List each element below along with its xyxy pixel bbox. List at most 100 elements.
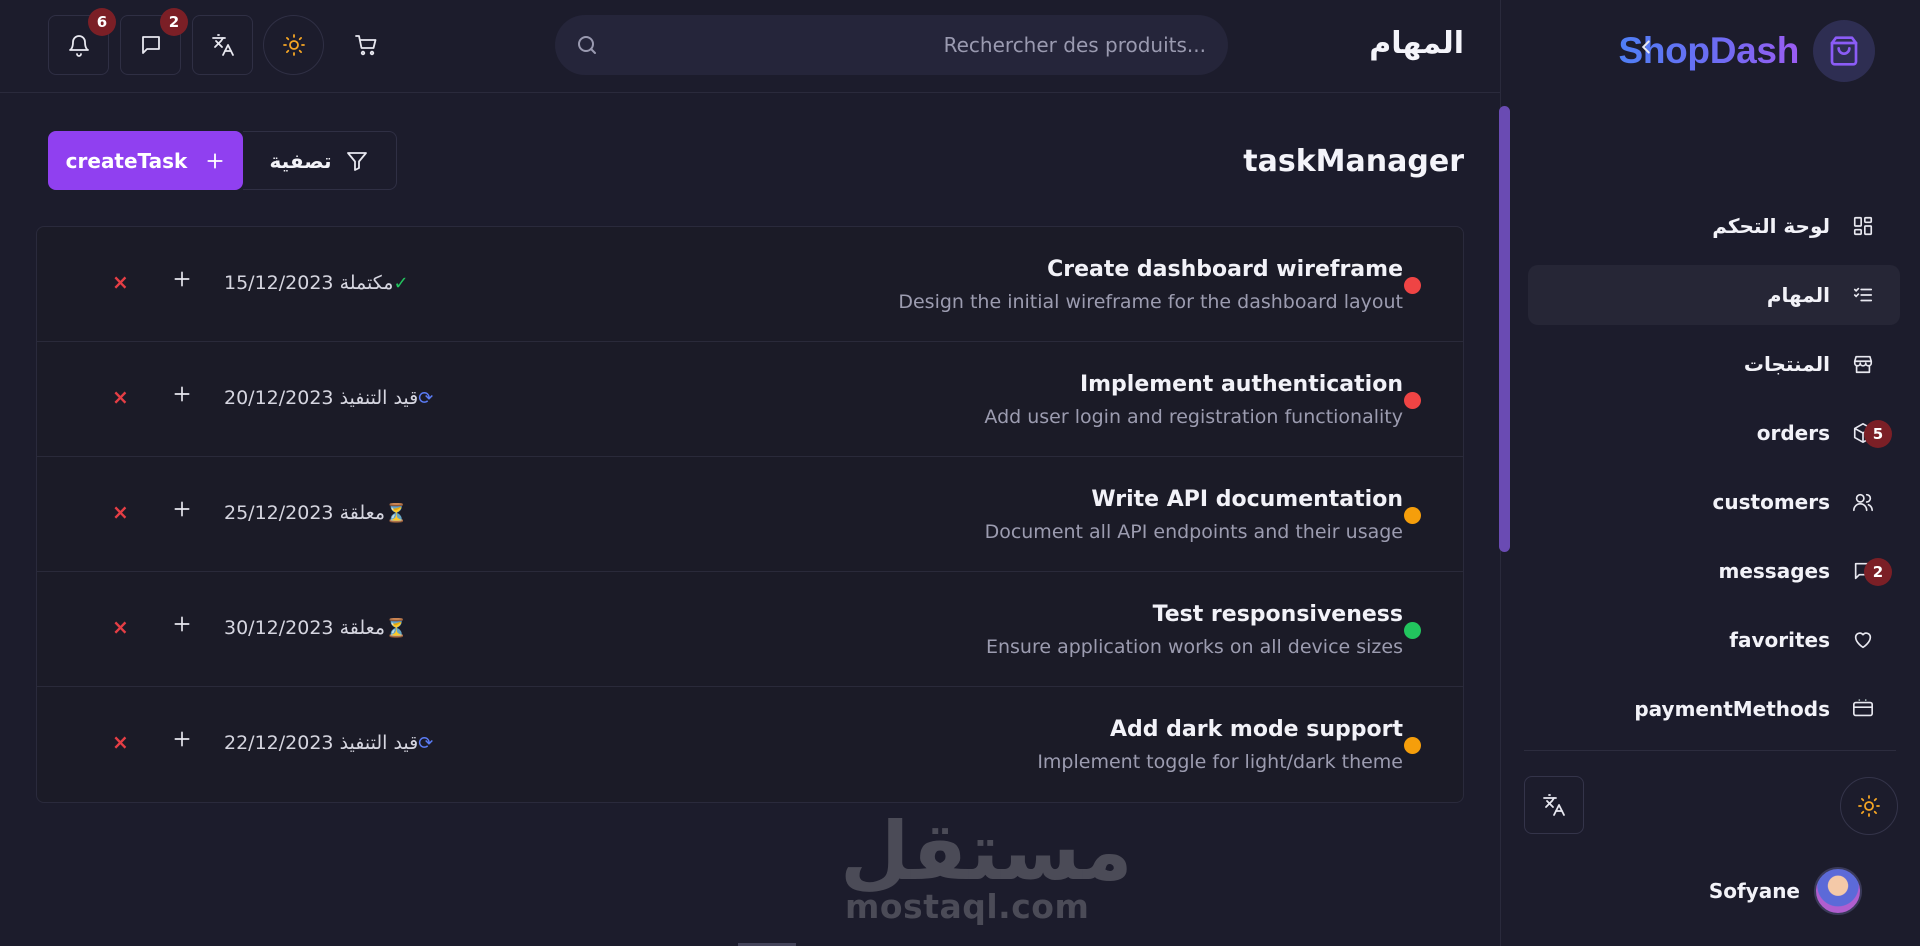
sidebar-item-label: messages [1718, 559, 1831, 583]
status-icon: ⏳ [385, 618, 408, 639]
task-title: Write API documentation [1091, 487, 1403, 512]
user-name: Sofyane [1708, 879, 1800, 903]
add-subtask-button[interactable] [172, 729, 192, 749]
sidebar-item-label: paymentMethods [1634, 697, 1830, 721]
delete-task-button[interactable]: × [112, 615, 129, 639]
task-status: 15/12/2023 مكتملة✓ [224, 272, 409, 294]
add-subtask-button[interactable] [172, 499, 192, 519]
notifications-count-badge: 6 [88, 8, 116, 36]
task-status-label: معلقة [339, 502, 385, 524]
task-date: 22/12/2023 [224, 732, 334, 754]
task-status: 20/12/2023 قيد التنفيذ⟳ [224, 387, 433, 409]
sidebar-item-label: orders [1756, 421, 1830, 445]
avatar [1814, 867, 1862, 915]
page-title: المهام [1369, 26, 1464, 61]
priority-dot [1404, 507, 1421, 524]
watermark-arabic: مستقل [840, 805, 1133, 898]
task-description: Add user login and registration function… [984, 406, 1403, 428]
create-task-label: createTask [65, 148, 188, 173]
task-title: Add dark mode support [1109, 717, 1403, 742]
search-icon [575, 33, 599, 57]
sidebar-item-label: favorites [1729, 628, 1830, 652]
store-icon [1850, 351, 1876, 377]
task-status-label: معلقة [339, 617, 385, 639]
grid-icon [1850, 213, 1876, 239]
task-row[interactable]: Create dashboard wireframe Design the in… [37, 227, 1463, 342]
task-status: 30/12/2023 معلقة⏳ [224, 617, 407, 639]
sidebar-item-payment-methods[interactable]: paymentMethods [1528, 679, 1900, 739]
add-subtask-button[interactable] [172, 269, 192, 289]
language-toggle-button[interactable] [1524, 776, 1584, 834]
task-status: 22/12/2023 قيد التنفيذ⟳ [224, 732, 433, 754]
search-input[interactable]: Rechercher des produits... [555, 15, 1228, 75]
sidebar-item-dashboard[interactable]: لوحة التحكم [1528, 196, 1900, 256]
notifications-button[interactable]: 6 [48, 8, 116, 75]
theme-toggle-button[interactable] [263, 15, 324, 75]
translate-icon [211, 33, 235, 57]
theme-toggle-button[interactable] [1840, 777, 1898, 835]
cart-button[interactable] [335, 15, 396, 75]
create-task-button[interactable]: createTask [48, 131, 243, 190]
sidebar-item-orders[interactable]: orders 5 [1528, 403, 1900, 463]
sidebar-item-tasks[interactable]: المهام [1528, 265, 1900, 325]
task-status: 25/12/2023 معلقة⏳ [224, 502, 407, 524]
more-dots-icon: ·· [1857, 693, 1870, 709]
delete-task-button[interactable]: × [112, 385, 129, 409]
task-status-label: قيد التنفيذ [339, 732, 419, 754]
status-icon: ⟳ [418, 733, 434, 754]
task-date: 15/12/2023 [224, 272, 334, 294]
bell-icon [67, 33, 91, 57]
task-date: 30/12/2023 [224, 617, 334, 639]
section-title: taskManager [1243, 144, 1464, 179]
sidebar-item-label: customers [1712, 490, 1830, 514]
translate-icon [1542, 793, 1566, 817]
messages-count-badge: 2 [1864, 558, 1892, 586]
filter-button[interactable]: تصفية [243, 131, 397, 190]
task-list: Create dashboard wireframe Design the in… [36, 226, 1464, 803]
sidebar-item-products[interactable]: المنتجات [1528, 334, 1900, 394]
sidebar-item-customers[interactable]: customers [1528, 472, 1900, 532]
delete-task-button[interactable]: × [112, 500, 129, 524]
status-icon: ⏳ [385, 503, 408, 524]
top-header: المهام Rechercher des produits... 2 6 [0, 0, 1500, 93]
task-date: 25/12/2023 [224, 502, 334, 524]
collapse-chevron-icon[interactable] [1635, 36, 1657, 58]
language-toggle-button[interactable] [192, 15, 253, 75]
task-row[interactable]: Test responsiveness Ensure application w… [37, 572, 1463, 687]
add-subtask-button[interactable] [172, 614, 192, 634]
task-description: Document all API endpoints and their usa… [984, 521, 1403, 543]
sidebar: ShopDash لوحة التحكم المهام المنتجات ord… [1500, 0, 1920, 946]
delete-task-button[interactable]: × [112, 730, 129, 754]
messages-button[interactable]: 2 [120, 8, 188, 75]
delete-task-button[interactable]: × [112, 270, 129, 294]
task-title: Test responsiveness [1152, 602, 1403, 627]
task-date: 20/12/2023 [224, 387, 334, 409]
message-icon [139, 33, 163, 57]
users-icon [1850, 489, 1876, 515]
priority-dot [1404, 277, 1421, 294]
orders-count-badge: 5 [1864, 420, 1892, 448]
cart-icon [354, 33, 378, 57]
filter-label: تصفية [269, 148, 332, 173]
task-status-label: مكتملة [339, 272, 394, 294]
user-profile[interactable]: Sofyane [1709, 866, 1862, 916]
task-row[interactable]: Write API documentation Document all API… [37, 457, 1463, 572]
task-description: Implement toggle for light/dark theme [1037, 751, 1403, 773]
task-row[interactable]: Add dark mode support Implement toggle f… [37, 687, 1463, 802]
task-description: Design the initial wireframe for the das… [898, 291, 1403, 313]
task-row[interactable]: Implement authentication Add user login … [37, 342, 1463, 457]
sidebar-item-messages[interactable]: messages 2 [1528, 541, 1900, 601]
status-icon: ✓ [393, 273, 409, 294]
scrollbar[interactable] [1499, 106, 1510, 552]
sidebar-item-label: المنتجات [1743, 352, 1830, 376]
watermark-latin: mostaql.com [845, 887, 1090, 926]
sidebar-item-label: لوحة التحكم [1712, 214, 1830, 238]
messages-count-badge: 2 [160, 8, 188, 36]
task-title: Create dashboard wireframe [1047, 257, 1403, 282]
search-placeholder: Rechercher des produits... [943, 33, 1206, 57]
sidebar-item-favorites[interactable]: favorites [1528, 610, 1900, 670]
sidebar-nav: لوحة التحكم المهام المنتجات orders 5 cus… [1528, 196, 1900, 748]
add-subtask-button[interactable] [172, 384, 192, 404]
checklist-icon [1850, 282, 1876, 308]
sidebar-item-label: المهام [1766, 283, 1830, 307]
